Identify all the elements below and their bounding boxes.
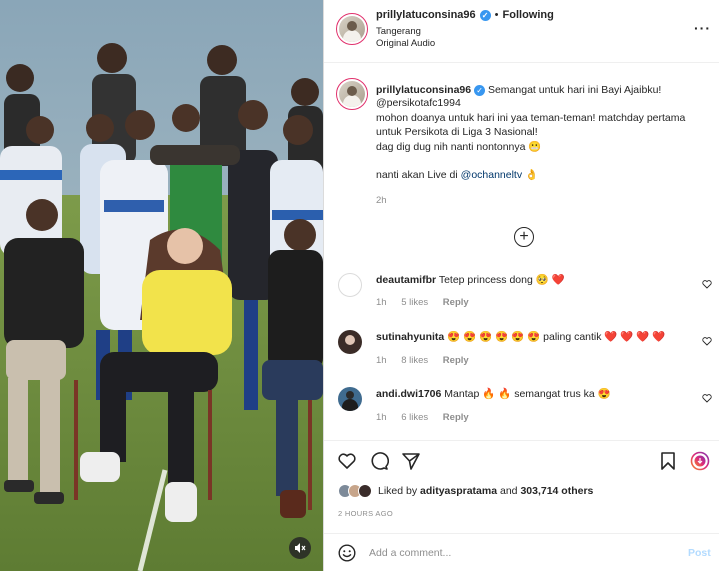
comment-like-heart-icon[interactable] bbox=[702, 279, 712, 289]
more-options-icon[interactable]: ··· bbox=[694, 20, 711, 36]
comment-likes[interactable]: 6 likes bbox=[401, 412, 428, 423]
reply-button[interactable]: Reply bbox=[443, 355, 469, 366]
post-video[interactable] bbox=[0, 0, 323, 571]
caption-author-avatar[interactable] bbox=[336, 78, 368, 110]
caption-first-line: prillylatuconsina96 ✓ Semangat untuk har… bbox=[376, 83, 706, 97]
liked-by-user[interactable]: adityaspratama bbox=[420, 485, 497, 497]
comment-like-heart-icon[interactable] bbox=[702, 336, 712, 346]
liker-avatar[interactable] bbox=[358, 484, 372, 498]
comment-text: Tetep princess dong 🥺 ❤️ bbox=[438, 274, 565, 286]
muted-speaker-icon bbox=[295, 543, 306, 553]
post-detail-panel: prillylatuconsina96 ✓ • Following Tanger… bbox=[324, 0, 719, 571]
comment-meta: 1h 8 likes Reply bbox=[376, 355, 481, 366]
caption-mention-persikota[interactable]: @persikotafc1994 bbox=[376, 97, 461, 109]
reply-button[interactable]: Reply bbox=[443, 412, 469, 423]
author-avatar[interactable] bbox=[336, 13, 368, 45]
post-comment-button[interactable]: Post bbox=[688, 547, 711, 559]
likes-prefix: Liked by bbox=[378, 485, 421, 497]
comment-meta: 1h 5 likes Reply bbox=[376, 297, 481, 308]
avatar-body bbox=[342, 399, 358, 411]
comment-time: 1h bbox=[376, 412, 387, 423]
post-actions-bar bbox=[324, 440, 719, 476]
bookmark-icon[interactable] bbox=[658, 451, 678, 471]
caption-line5: nanti akan Live di @ochanneltv 👌 bbox=[376, 168, 538, 181]
caption-mention-ochannel[interactable]: @ochanneltv bbox=[461, 169, 522, 181]
comment-item: andi.dwi1706 Mantap 🔥 🔥 semangat trus ka… bbox=[376, 387, 611, 400]
caption-line5-prefix: nanti akan Live di bbox=[376, 169, 461, 181]
follow-separator: • bbox=[494, 9, 499, 21]
comment-likes[interactable]: 5 likes bbox=[401, 297, 428, 308]
caption-line4: dag dig dug nih nanti nontonnya 😬 bbox=[376, 141, 542, 153]
likes-middle: and bbox=[497, 485, 521, 497]
comment-likes[interactable]: 8 likes bbox=[401, 355, 428, 366]
caption-line2: mohon doanya untuk hari ini yaa teman-te… bbox=[376, 112, 686, 124]
verified-badge-icon: ✓ bbox=[474, 85, 486, 96]
comment-time: 1h bbox=[376, 297, 387, 308]
caption-line5-suffix: 👌 bbox=[522, 169, 539, 181]
comment-time: 1h bbox=[376, 355, 387, 366]
header-user-row: prillylatuconsina96 ✓ • Following bbox=[376, 9, 554, 21]
comment-bubble-icon[interactable] bbox=[369, 451, 389, 471]
post-location[interactable]: Tangerang bbox=[376, 26, 421, 37]
plus-circle-icon[interactable]: + bbox=[514, 227, 534, 247]
reply-button[interactable]: Reply bbox=[443, 297, 469, 308]
heart-icon[interactable] bbox=[337, 451, 357, 471]
comment-input[interactable] bbox=[369, 545, 659, 561]
post-timestamp[interactable]: 2 HOURS AGO bbox=[338, 509, 393, 518]
comment-meta: 1h 6 likes Reply bbox=[376, 412, 481, 423]
likes-summary: Liked by adityaspratama and 303,714 othe… bbox=[338, 482, 593, 500]
author-username[interactable]: prillylatuconsina96 bbox=[376, 9, 476, 21]
comment-username[interactable]: deautamifbr bbox=[376, 274, 436, 286]
likes-text: Liked by adityaspratama and 303,714 othe… bbox=[378, 485, 593, 497]
avatar-image bbox=[339, 16, 365, 42]
insights-icon[interactable] bbox=[690, 451, 710, 471]
verified-badge-icon: ✓ bbox=[479, 9, 491, 21]
comment-avatar[interactable] bbox=[338, 387, 362, 411]
caption-line3: untuk Persikota di Liga 3 Nasional! bbox=[376, 126, 538, 138]
comment-avatar[interactable] bbox=[338, 273, 362, 297]
post-header: prillylatuconsina96 ✓ • Following Tanger… bbox=[324, 0, 719, 63]
mute-toggle-button[interactable] bbox=[289, 537, 311, 559]
avatar-face bbox=[345, 335, 355, 345]
comment-text: 😍 😍 😍 😍 😍 😍 paling cantik ❤️ ❤️ ❤️ ❤️ bbox=[447, 331, 666, 343]
caption-time: 2h bbox=[376, 195, 387, 206]
avatar-face bbox=[346, 391, 354, 399]
comment-username[interactable]: andi.dwi1706 bbox=[376, 388, 441, 400]
comment-like-heart-icon[interactable] bbox=[702, 393, 712, 403]
following-button[interactable]: Following bbox=[503, 9, 554, 21]
caption-username[interactable]: prillylatuconsina96 bbox=[376, 84, 471, 96]
paper-plane-icon[interactable] bbox=[401, 451, 421, 471]
caption-text-line1: Semangat untuk hari ini Bayi Ajaibku! bbox=[487, 84, 662, 96]
add-comment-bar: Post bbox=[324, 533, 719, 571]
comment-avatar[interactable] bbox=[338, 330, 362, 354]
video-frame-image bbox=[0, 0, 323, 571]
post-audio[interactable]: Original Audio bbox=[376, 38, 435, 49]
avatar-image bbox=[339, 81, 365, 107]
emoji-smiley-icon[interactable] bbox=[338, 544, 356, 562]
comment-username[interactable]: sutinahyunita bbox=[376, 331, 444, 343]
comment-item: sutinahyunita 😍 😍 😍 😍 😍 😍 paling cantik … bbox=[376, 330, 665, 343]
comment-text: Mantap 🔥 🔥 semangat trus ka 😍 bbox=[444, 388, 611, 400]
comment-item: deautamifbr Tetep princess dong 🥺 ❤️ bbox=[376, 273, 565, 286]
likes-count[interactable]: 303,714 others bbox=[520, 485, 593, 497]
